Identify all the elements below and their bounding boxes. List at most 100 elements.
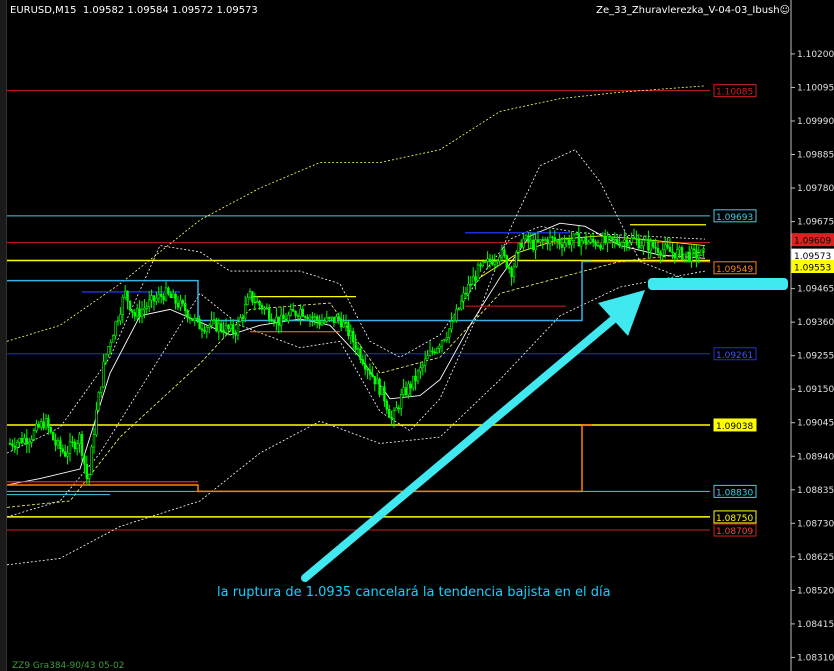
candle-body <box>184 303 187 311</box>
candle-body <box>599 245 602 249</box>
level-badge-label: 1.09038 <box>716 422 753 432</box>
target-zone-bar <box>648 278 788 290</box>
y-tick-label: 1.09885 <box>797 151 834 161</box>
candle-body <box>217 323 220 332</box>
y-tick-label: 1.09465 <box>797 285 834 295</box>
candle-body <box>299 308 302 317</box>
candle-body <box>515 251 518 267</box>
candle-body <box>644 239 648 241</box>
candle-body <box>692 248 696 251</box>
candle-body <box>78 434 81 445</box>
candle-body <box>152 295 156 302</box>
candle-body <box>267 308 271 320</box>
candle-body <box>277 316 280 326</box>
candle-body <box>296 315 300 317</box>
candle-body <box>551 236 554 239</box>
candle-body <box>575 233 578 235</box>
candle-body <box>596 245 600 247</box>
candle-body <box>208 325 211 328</box>
candle-body <box>440 340 444 347</box>
candle-body <box>536 239 540 243</box>
indicator-name: Ze_33_Zhuravlerezka_V-04-03_Ibush☺ <box>596 5 790 16</box>
candle-body <box>313 316 316 319</box>
candle-body <box>339 318 343 328</box>
candle-body <box>330 316 333 319</box>
candle-body <box>699 249 703 256</box>
candle-body <box>83 455 86 465</box>
candle-body <box>114 321 117 337</box>
candle-body <box>138 308 141 317</box>
candle-body <box>450 321 453 330</box>
level-badge-label: 1.09261 <box>716 351 753 361</box>
candle-body <box>23 437 26 444</box>
candle-body <box>246 297 249 305</box>
candle-body <box>160 293 163 297</box>
candle-body <box>56 440 60 446</box>
y-tick-label: 1.09360 <box>797 318 834 328</box>
candle-body <box>493 261 496 265</box>
candle-body <box>606 235 609 243</box>
candle-body <box>572 233 576 241</box>
candle-body <box>541 239 545 241</box>
level-badge-label: 1.08830 <box>716 488 753 498</box>
candle-body <box>32 430 36 440</box>
candle-body <box>294 311 297 316</box>
candle-body <box>534 239 537 251</box>
candle-body <box>702 248 705 251</box>
level-badge-label: 1.10085 <box>716 88 753 98</box>
y-tick-label: 1.08625 <box>797 553 834 563</box>
candle-body <box>66 452 69 457</box>
candle-body <box>390 417 393 420</box>
candle-body <box>608 235 612 238</box>
price-chart[interactable]: 1.10200 1.10095 1.09990 1.09885 1.09780 1.096… <box>0 0 834 671</box>
candle-body <box>51 431 55 441</box>
candle-body <box>327 317 331 319</box>
symbol-label: EURUSD,M15 <box>10 5 77 16</box>
candle-body <box>539 239 542 243</box>
candle-body <box>666 244 669 248</box>
candle-body <box>409 383 412 389</box>
candle-body <box>179 300 182 308</box>
candle-body <box>414 375 417 382</box>
candle-body <box>332 316 336 323</box>
candle-body <box>49 427 53 433</box>
candle-body <box>488 258 492 263</box>
y-tick-label: 1.09255 <box>797 352 834 362</box>
candle-body <box>678 247 681 250</box>
candle-body <box>529 239 533 243</box>
candle-body <box>11 443 14 447</box>
candle-body <box>169 293 172 298</box>
candle-body <box>241 317 244 319</box>
candle-body <box>591 238 595 243</box>
candle-body <box>603 236 607 243</box>
candle-body <box>486 258 489 262</box>
candle-body <box>397 407 400 410</box>
candle-body <box>668 246 672 253</box>
candle-body <box>35 423 38 431</box>
y-tick-label: 1.08835 <box>797 486 834 496</box>
y-tick-label: 1.09045 <box>797 419 834 429</box>
candle-body <box>392 409 396 420</box>
candle-body <box>279 314 283 326</box>
candle-body <box>251 291 254 303</box>
candle-body <box>632 237 636 239</box>
candle-body <box>546 239 549 245</box>
candle-body <box>215 319 218 332</box>
candle-body <box>143 307 146 311</box>
chart-window[interactable]: 1.10200 1.10095 1.09990 1.09885 1.09780 1.096… <box>0 0 834 671</box>
y-tick-label: 1.10095 <box>797 83 834 93</box>
candle-body <box>212 319 216 321</box>
candle-body <box>140 309 144 317</box>
candle-body <box>128 300 132 311</box>
candle-body <box>18 438 21 443</box>
candle-body <box>503 249 506 256</box>
candle-body <box>510 267 513 278</box>
candle-body <box>37 423 41 428</box>
candle-body <box>244 304 247 319</box>
candle-body <box>426 355 429 360</box>
candle-body <box>253 301 256 304</box>
candle-body <box>495 260 499 263</box>
candle-body <box>433 351 436 354</box>
candle-body <box>649 241 653 251</box>
candle-body <box>239 317 242 322</box>
